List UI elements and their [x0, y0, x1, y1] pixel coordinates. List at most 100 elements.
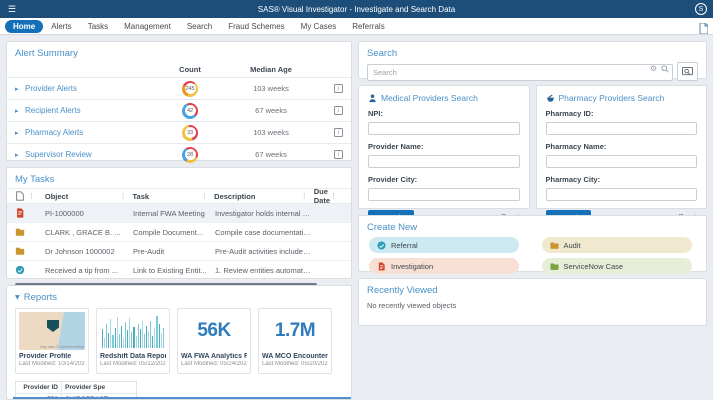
alert-row-supervisor[interactable]: ▸ Supervisor Review 28 67 weeks i [7, 143, 351, 165]
due-date-column-header: Due Date [313, 187, 330, 205]
object-type-column-icon [16, 191, 24, 201]
expand-icon[interactable]: ▸ [15, 107, 25, 115]
servicenow-folder-icon [549, 262, 559, 270]
report-tile-provider-profile[interactable]: Map data © OpenStreetMap Provider Profil… [15, 308, 89, 374]
report-tile-wa-fwa[interactable]: 56K WA FWA Analytics Re... Last Modified… [177, 308, 251, 374]
alert-category-link[interactable]: Provider Alerts [25, 84, 155, 93]
provider-name-input[interactable] [368, 155, 520, 168]
create-new-panel: Create New Referral Audit Investigation … [358, 215, 707, 274]
task-name: Compile Document... [133, 227, 204, 237]
mini-col-provider-id: Provider ID [16, 382, 62, 393]
column-menu-icon[interactable]: ⋮ [301, 192, 308, 200]
task-row[interactable]: CLARK , GRACE B. ... Compile Document...… [7, 223, 351, 242]
pharmacy-providers-search-panel: Pharmacy Providers Search Pharmacy ID: P… [535, 85, 707, 225]
report-tiles: Map data © OpenStreetMap Provider Profil… [7, 306, 351, 374]
report-name: Redshift Data Report [100, 353, 166, 360]
report-modified: Last Modified: 05/20/2021 [262, 361, 328, 367]
count-donut: 245 [182, 80, 198, 97]
tab-tasks[interactable]: Tasks [80, 20, 116, 33]
provider-city-input[interactable] [368, 188, 520, 201]
bar-chart-thumbnail [100, 312, 166, 350]
app-bar: ☰ SAS® Visual Investigator - Investigate… [0, 0, 713, 18]
object-column-header: Object [44, 191, 69, 201]
mini-table-header: Provider ID Provider Spe [16, 382, 136, 394]
tasks-table-header: ⋮ Object ⋮ Task ⋮ Description ⋮ Due Date ⋮ [7, 187, 351, 205]
task-row[interactable]: Dr Johnson 1000002 Pre-Audit Pre-Audit a… [7, 242, 351, 261]
task-description: Pre-Audit activities include, b... [215, 246, 315, 256]
user-avatar[interactable]: S [695, 3, 707, 15]
task-name: Internal FWA Meeting [133, 208, 205, 218]
create-investigation-button[interactable]: Investigation [369, 258, 519, 274]
count-donut: 28 [182, 146, 198, 163]
alert-category-link[interactable]: Recipient Alerts [25, 106, 155, 115]
map-thumbnail: Map data © OpenStreetMap [19, 312, 85, 350]
task-description: Compile case documentation [215, 227, 312, 237]
column-menu-icon[interactable]: ⋮ [120, 192, 127, 200]
alert-category-link[interactable]: Supervisor Review [25, 150, 155, 159]
expand-icon[interactable]: ▸ [15, 151, 25, 159]
create-referral-button[interactable]: Referral [369, 237, 519, 253]
pharmacy-icon [546, 93, 554, 102]
alert-row-provider[interactable]: ▸ Provider Alerts 245 103 weeks i [7, 77, 351, 99]
report-tile-redshift[interactable]: Redshift Data Report Last Modified: 05/1… [96, 308, 170, 374]
search-title: Search [367, 48, 398, 59]
collapse-icon[interactable]: ▾ [15, 292, 20, 303]
alert-row-recipient[interactable]: ▸ Recipient Alerts 42 67 weeks i [7, 99, 351, 121]
tab-referrals[interactable]: Referrals [344, 20, 392, 33]
pharmacy-id-input[interactable] [545, 122, 697, 135]
alert-row-pharmacy[interactable]: ▸ Pharmacy Alerts 33 103 weeks i [7, 121, 351, 143]
provider-name-label: Provider Name: [368, 142, 424, 151]
expand-icon[interactable]: ▸ [15, 129, 25, 137]
task-object: PI-1000000 [45, 208, 84, 218]
reports-title: Reports [23, 292, 58, 303]
global-search-input[interactable] [367, 64, 673, 81]
investigation-doc-icon [378, 261, 385, 271]
task-name: Link to Existing Entit... [133, 265, 207, 275]
alert-category-link[interactable]: Pharmacy Alerts [25, 128, 155, 137]
task-row[interactable]: PI-1000000 Internal FWA Meeting Investig… [7, 204, 351, 223]
info-icon[interactable]: i [334, 84, 343, 93]
tab-alerts[interactable]: Alerts [43, 20, 79, 33]
tab-search[interactable]: Search [179, 20, 220, 33]
tab-management[interactable]: Management [116, 20, 179, 33]
info-icon[interactable]: i [334, 150, 343, 159]
tab-home[interactable]: Home [5, 19, 44, 33]
map-attribution: Map data © OpenStreetMap [40, 345, 84, 349]
provider-search-row: Medical Providers Search NPI: Provider N… [358, 85, 707, 225]
medical-search-title: Medical Providers Search [381, 93, 478, 103]
pharmacy-search-title: Pharmacy Providers Search [558, 93, 665, 103]
alert-summary-title: Alert Summary [15, 48, 78, 59]
report-modified: Last Modified: 10/14/2020 [19, 361, 85, 367]
viewport-edge-highlight [13, 397, 351, 399]
info-icon[interactable]: i [334, 128, 343, 137]
kpi-thumbnail: 1.7M [262, 312, 328, 350]
create-new-title: Create New [367, 222, 418, 233]
create-audit-button[interactable]: Audit [541, 237, 692, 253]
menu-icon[interactable]: ☰ [8, 4, 16, 14]
column-menu-icon[interactable]: ⋮ [201, 192, 208, 200]
report-modified: Last Modified: 05/24/2021 [181, 361, 247, 367]
column-menu-icon[interactable]: ⋮ [330, 192, 337, 200]
search-settings-icon[interactable]: ⚙ [650, 65, 657, 73]
pharmacy-city-input[interactable] [545, 188, 697, 201]
median-age-value: 103 weeks [253, 84, 289, 93]
search-icon[interactable] [661, 65, 669, 73]
count-donut: 42 [182, 102, 198, 119]
count-donut: 33 [182, 124, 198, 141]
expand-icon[interactable]: ▸ [15, 85, 25, 93]
report-name: WA FWA Analytics Re... [181, 353, 247, 360]
recently-viewed-title: Recently Viewed [367, 285, 438, 296]
reports-panel: ▾ Reports Map data © OpenStreetMap Provi… [6, 285, 352, 400]
pharmacy-name-input[interactable] [545, 155, 697, 168]
info-icon[interactable]: i [334, 106, 343, 115]
create-servicenow-button[interactable]: ServiceNow Case [541, 258, 692, 274]
tab-my-cases[interactable]: My Cases [293, 20, 345, 33]
column-menu-icon[interactable]: ⋮ [28, 192, 35, 200]
tab-fraud-schemes[interactable]: Fraud Schemes [220, 20, 292, 33]
task-row[interactable]: Received a tip from ... Link to Existing… [7, 261, 351, 280]
npi-input[interactable] [368, 122, 520, 135]
median-age-value: 67 weeks [255, 150, 287, 159]
advanced-search-button[interactable] [677, 62, 698, 81]
case-folder-icon [15, 247, 25, 255]
report-tile-wa-mco[interactable]: 1.7M WA MCO Encounters ... Last Modified… [258, 308, 332, 374]
